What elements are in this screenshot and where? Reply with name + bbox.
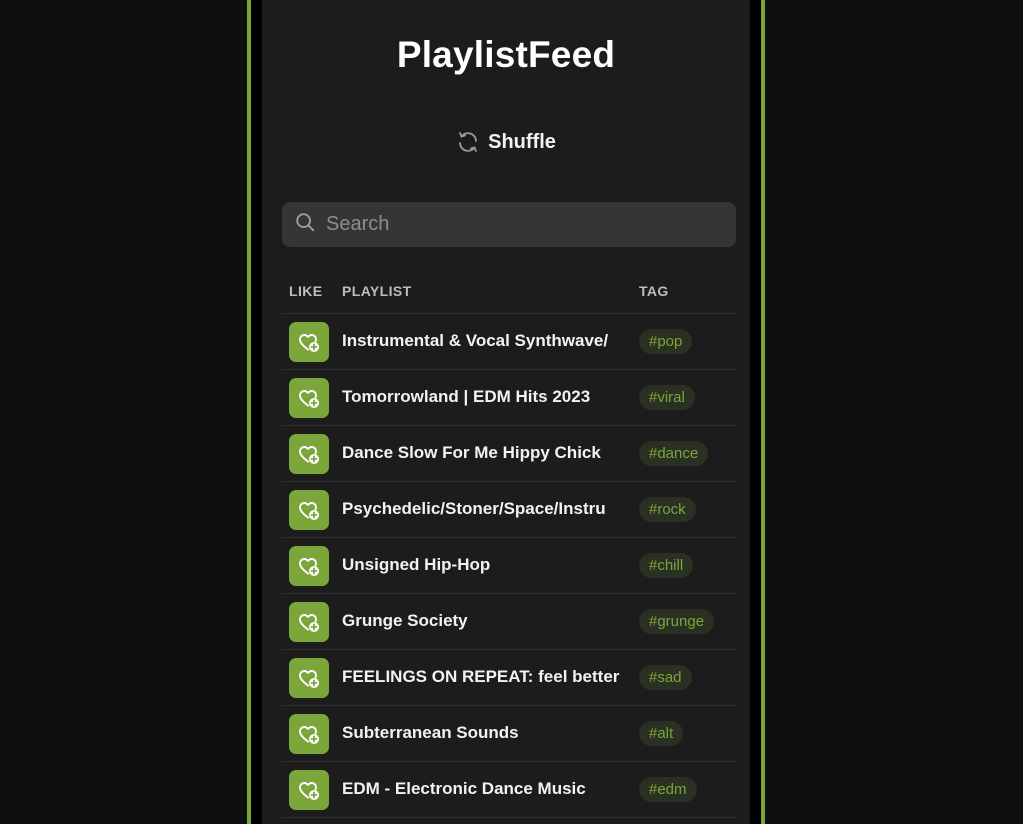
table-row: Unsigned Hip-Hop #chill (282, 538, 736, 594)
tag-badge[interactable]: #edm (639, 777, 697, 802)
like-button[interactable] (289, 658, 329, 698)
app-screen: PlaylistFeed Shuffle Search LIKE PLAYLIS… (262, 0, 750, 824)
phone-frame: PlaylistFeed Shuffle Search LIKE PLAYLIS… (247, 0, 765, 824)
heart-plus-icon (297, 330, 321, 354)
tag-badge[interactable]: #sad (639, 665, 692, 690)
table-row: Dance Slow For Me Hippy Chick #dance (282, 426, 736, 482)
table-header: LIKE PLAYLIST TAG (282, 276, 736, 314)
playlist-name[interactable]: FEELINGS ON REPEAT: feel better (342, 667, 625, 687)
shuffle-button[interactable]: Shuffle (451, 126, 561, 158)
refresh-icon (456, 130, 480, 154)
like-button[interactable] (289, 434, 329, 474)
tag-badge[interactable]: #grunge (639, 609, 715, 634)
tag-badge[interactable]: #viral (639, 385, 695, 410)
heart-plus-icon (297, 666, 321, 690)
app-title: PlaylistFeed (396, 34, 616, 75)
tag-badge[interactable]: #rock (639, 497, 696, 522)
table-row: Grunge Society #grunge (282, 594, 736, 650)
table-row: Tomorrowland | EDM Hits 2023 #viral (282, 370, 736, 426)
playlist-name[interactable]: Unsigned Hip-Hop (342, 555, 625, 575)
heart-plus-icon (297, 554, 321, 578)
table-row: Instrumental & Vocal Synthwave/ #pop (282, 314, 736, 370)
search-input[interactable] (326, 213, 736, 236)
viewport: PlaylistFeed Shuffle Search LIKE PLAYLIS… (0, 0, 1023, 824)
playlist-name[interactable]: Tomorrowland | EDM Hits 2023 (342, 387, 625, 407)
table-row: Subterranean Sounds #alt (282, 706, 736, 762)
shuffle-label: Shuffle (488, 130, 556, 153)
heart-plus-icon (297, 442, 321, 466)
playlist-table: Instrumental & Vocal Synthwave/ #pop Tom… (282, 314, 736, 818)
table-row: EDM - Electronic Dance Music #edm (282, 762, 736, 818)
table-row: Psychedelic/Stoner/Space/Instru #rock (282, 482, 736, 538)
column-header-tag: TAG (639, 283, 669, 299)
like-button[interactable] (289, 546, 329, 586)
heart-plus-icon (297, 610, 321, 634)
like-button[interactable] (289, 490, 329, 530)
playlist-name[interactable]: Subterranean Sounds (342, 723, 625, 743)
heart-plus-icon (297, 386, 321, 410)
like-button[interactable] (289, 322, 329, 362)
search-icon (294, 211, 316, 238)
tag-badge[interactable]: #dance (639, 441, 709, 466)
playlist-name[interactable]: Instrumental & Vocal Synthwave/ (342, 331, 625, 351)
search-bar[interactable] (282, 202, 736, 247)
playlist-name[interactable]: Psychedelic/Stoner/Space/Instru (342, 499, 625, 519)
like-button[interactable] (289, 714, 329, 754)
heart-plus-icon (297, 778, 321, 802)
table-row: FEELINGS ON REPEAT: feel better #sad (282, 650, 736, 706)
like-button[interactable] (289, 770, 329, 810)
tag-badge[interactable]: #chill (639, 553, 694, 578)
tag-badge[interactable]: #alt (639, 721, 684, 746)
column-header-playlist: PLAYLIST (342, 283, 412, 299)
heart-plus-icon (297, 722, 321, 746)
like-button[interactable] (289, 602, 329, 642)
playlist-name[interactable]: Grunge Society (342, 611, 625, 631)
column-header-like: LIKE (289, 283, 323, 299)
playlist-name[interactable]: EDM - Electronic Dance Music (342, 779, 625, 799)
heart-plus-icon (297, 498, 321, 522)
playlist-name[interactable]: Dance Slow For Me Hippy Chick (342, 443, 625, 463)
tag-badge[interactable]: #pop (639, 329, 693, 354)
like-button[interactable] (289, 378, 329, 418)
